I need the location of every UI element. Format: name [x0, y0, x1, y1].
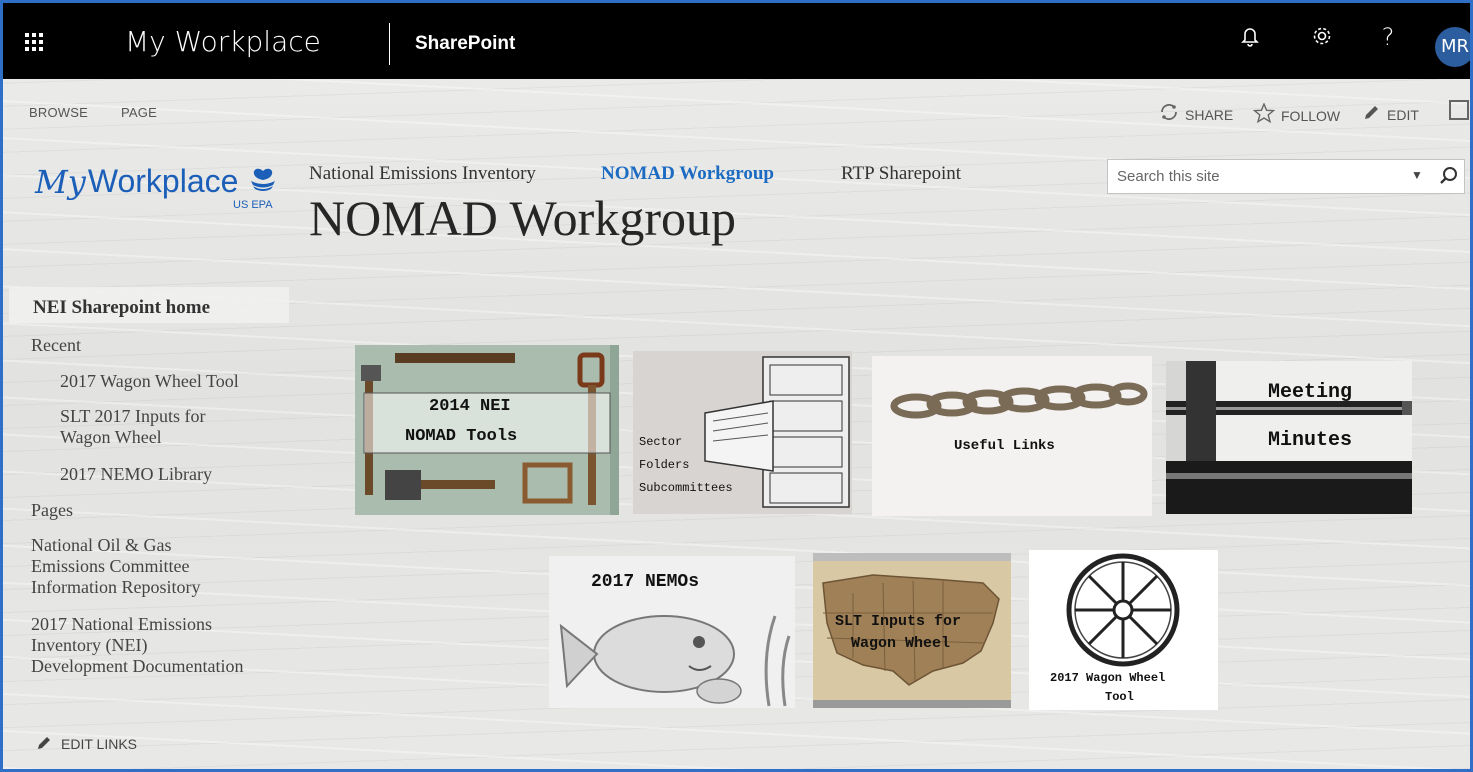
page-frame: My Workplace SharePoint ? MR BROWSE PAGE…	[0, 0, 1473, 772]
topnav-national-emissions-inventory[interactable]: National Emissions Inventory	[309, 163, 536, 185]
tile-slt-line1: SLT Inputs for	[835, 613, 962, 630]
notifications-bell-icon[interactable]	[1235, 25, 1265, 53]
search-box: ▼	[1107, 159, 1465, 194]
edit-links-label: EDIT LINKS	[61, 735, 137, 752]
epa-flower-icon	[246, 167, 280, 198]
topnav-rtp-sharepoint[interactable]: RTP Sharepoint	[841, 163, 961, 185]
leftnav-recent[interactable]: Recent	[31, 335, 81, 356]
leftnav-item-wagon-wheel-tool[interactable]: 2017 Wagon Wheel Tool	[60, 371, 239, 392]
pencil-icon	[1363, 103, 1381, 126]
edit-links-button[interactable]: EDIT LINKS	[37, 734, 137, 753]
app-launcher-icon[interactable]	[25, 33, 43, 51]
tile-minutes-line1: Meeting	[1268, 381, 1353, 404]
site-logo[interactable]: My Workplace US EPA	[35, 163, 280, 211]
focus-on-content-icon[interactable]	[1449, 100, 1469, 120]
tile-sector-line2: Folders	[639, 458, 690, 472]
star-icon	[1252, 102, 1276, 128]
leftnav-home-label: NEI Sharepoint home	[33, 297, 211, 318]
tile-minutes-line2: Minutes	[1268, 429, 1353, 452]
tile-wagon-line2: Tool	[1105, 690, 1134, 704]
user-avatar[interactable]: MR	[1435, 27, 1470, 67]
share-icon	[1159, 103, 1179, 126]
search-input[interactable]	[1108, 160, 1398, 193]
leftnav-home[interactable]: NEI Sharepoint home	[9, 287, 289, 323]
tile-useful-links-line1: Useful Links	[954, 438, 1055, 454]
tab-page[interactable]: PAGE	[121, 105, 157, 120]
tile-slt-line2: Wagon Wheel	[851, 635, 951, 652]
sharepoint-link[interactable]: SharePoint	[415, 33, 515, 55]
tab-browse[interactable]: BROWSE	[29, 105, 88, 120]
edit-label: EDIT	[1387, 106, 1419, 123]
share-button[interactable]: SHARE	[1159, 103, 1233, 126]
tile-meeting-minutes[interactable]: Meeting Minutes	[1166, 361, 1412, 514]
tile-nemos-line1: 2017 NEMOs	[591, 572, 700, 592]
page-title: NOMAD Workgroup	[309, 190, 736, 246]
tile-useful-links[interactable]: Useful Links	[872, 356, 1152, 516]
help-icon[interactable]: ?	[1373, 23, 1403, 51]
logo-workplace-text: Workplace	[87, 163, 239, 199]
tile-sector-line1: Sector	[639, 435, 683, 449]
tile-nomad-tools-line1: 2014 NEI	[429, 397, 511, 416]
leftnav-item-slt-inputs[interactable]: SLT 2017 Inputs for Wagon Wheel	[60, 406, 250, 448]
leftnav-pages[interactable]: Pages	[31, 500, 73, 521]
leftnav-item-nei-documentation[interactable]: 2017 National Emissions Inventory (NEI) …	[31, 614, 246, 677]
search-icon[interactable]	[1438, 164, 1460, 188]
settings-gear-icon[interactable]	[1307, 25, 1337, 53]
app-title[interactable]: My Workplace	[125, 25, 321, 58]
tile-wagon-wheel[interactable]: 2017 Wagon Wheel Tool	[1029, 550, 1218, 710]
leftnav-item-oil-gas-committee[interactable]: National Oil & Gas Emissions Committee I…	[31, 535, 236, 598]
us-map-image	[813, 553, 1011, 708]
leftnav-item-nemo-library[interactable]: 2017 NEMO Library	[60, 464, 212, 485]
follow-label: FOLLOW	[1281, 107, 1341, 124]
search-scope-dropdown-icon[interactable]: ▼	[1411, 168, 1423, 182]
follow-button[interactable]: FOLLOW	[1252, 102, 1341, 128]
edit-button[interactable]: EDIT	[1363, 103, 1419, 126]
tile-slt-inputs[interactable]: SLT Inputs for Wagon Wheel	[813, 553, 1011, 708]
suite-bar: My Workplace SharePoint ? MR	[3, 3, 1470, 79]
chain-image	[872, 356, 1152, 516]
tile-wagon-line1: 2017 Wagon Wheel	[1050, 671, 1166, 685]
tile-nemos[interactable]: 2017 NEMOs	[549, 556, 795, 708]
topnav-nomad-workgroup[interactable]: NOMAD Workgroup	[601, 163, 774, 185]
logo-agency-text: US EPA	[233, 199, 273, 211]
tile-nomad-tools[interactable]: 2014 NEI NOMAD Tools	[355, 345, 619, 515]
logo-my-text: My	[35, 163, 86, 201]
tile-nomad-tools-line2: NOMAD Tools	[405, 427, 518, 446]
tile-sector-folders[interactable]: Sector Folders Subcommittees	[633, 351, 852, 514]
suite-divider	[389, 23, 390, 65]
pencil-icon	[37, 734, 53, 753]
share-label: SHARE	[1185, 106, 1234, 123]
tile-sector-line3: Subcommittees	[639, 481, 733, 495]
wagon-wheel-image	[1029, 550, 1218, 710]
